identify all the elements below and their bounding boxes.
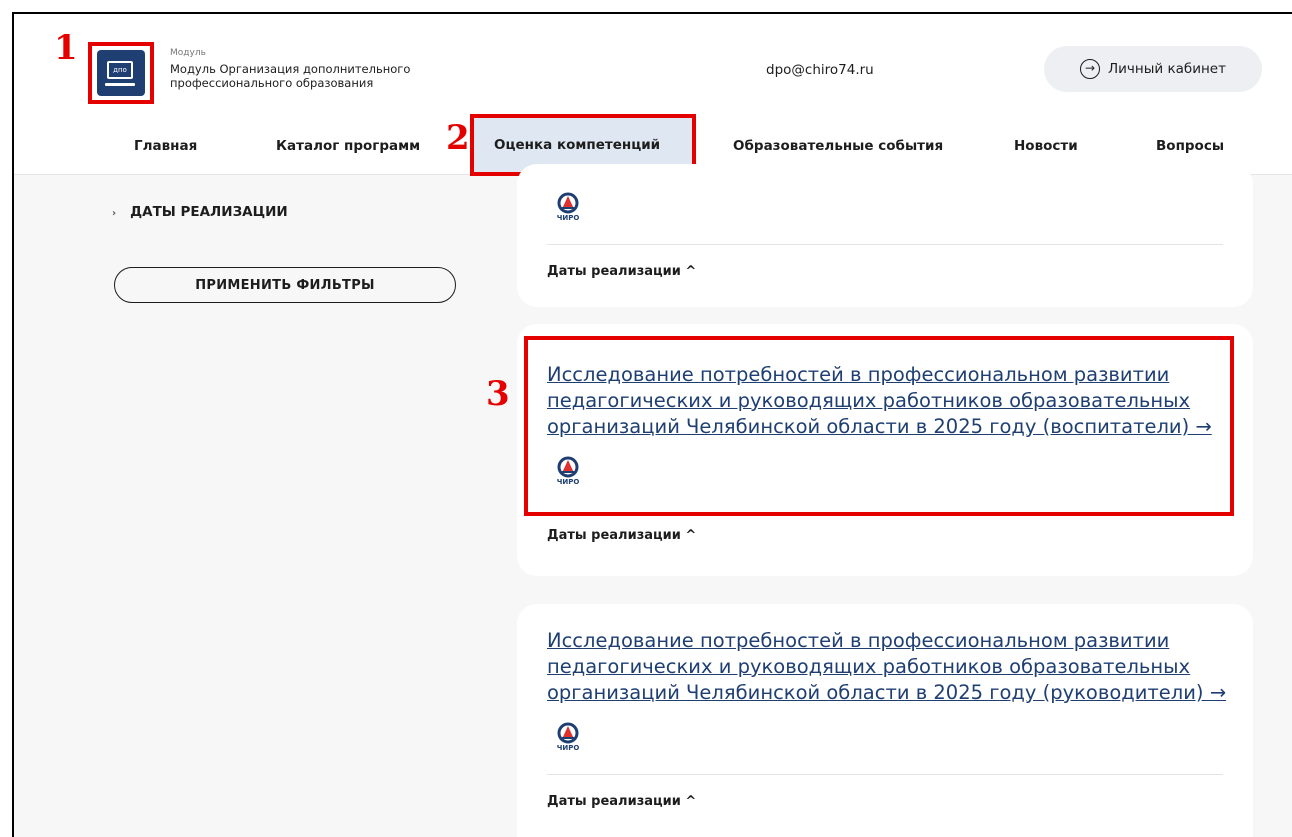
logo-screen: дпо xyxy=(107,61,133,79)
login-arrow-icon: → xyxy=(1080,59,1100,79)
nav-item-catalog[interactable]: Каталог программ xyxy=(276,118,420,174)
card-divider xyxy=(547,774,1223,775)
module-title[interactable]: Модуль Организация дополнительного профе… xyxy=(170,62,470,90)
annotation-1: 1 xyxy=(54,28,78,68)
browser-viewport: дпо Модуль Модуль Организация дополнител… xyxy=(12,12,1292,837)
program-title-link[interactable]: Исследование потребностей в профессионал… xyxy=(547,628,1227,706)
dpo-logo-icon[interactable]: дпо xyxy=(97,50,145,96)
dates-toggle[interactable]: Даты реализации ^ xyxy=(547,794,696,809)
personal-cabinet-label: Личный кабинет xyxy=(1108,61,1226,77)
apply-filters-button[interactable]: ПРИМЕНИТЬ ФИЛЬТРЫ xyxy=(114,267,456,303)
site-header: дпо Модуль Модуль Организация дополнител… xyxy=(14,14,1292,119)
program-card: ЧИРО Даты реализации ^ xyxy=(517,164,1253,307)
logo-highlight: дпо xyxy=(88,42,154,104)
logo-base xyxy=(105,83,135,86)
filter-dates[interactable]: › ДАТЫ РЕАЛИЗАЦИИ xyxy=(112,204,288,220)
program-card: Исследование потребностей в профессионал… xyxy=(517,604,1253,837)
chevron-right-icon: › xyxy=(112,208,117,219)
card-divider xyxy=(547,244,1223,245)
annotation-3: 3 xyxy=(486,374,510,414)
nav-item-home[interactable]: Главная xyxy=(134,118,197,174)
dates-toggle[interactable]: Даты реализации ^ xyxy=(547,528,696,543)
annotation-2: 2 xyxy=(446,118,470,158)
module-caption: Модуль xyxy=(170,48,206,58)
chiro-org-label: ЧИРО xyxy=(557,744,580,752)
chiro-logo-icon: ЧИРО xyxy=(557,192,580,222)
personal-cabinet-button[interactable]: → Личный кабинет xyxy=(1044,46,1262,92)
contact-email[interactable]: dpo@chiro74.ru xyxy=(766,62,874,78)
dates-toggle[interactable]: Даты реализации ^ xyxy=(547,264,696,279)
chiro-org-label: ЧИРО xyxy=(557,214,580,222)
card-highlight-3 xyxy=(524,336,1234,516)
filter-dates-label: ДАТЫ РЕАЛИЗАЦИИ xyxy=(130,204,288,220)
chiro-logo-icon: ЧИРО xyxy=(557,722,580,752)
